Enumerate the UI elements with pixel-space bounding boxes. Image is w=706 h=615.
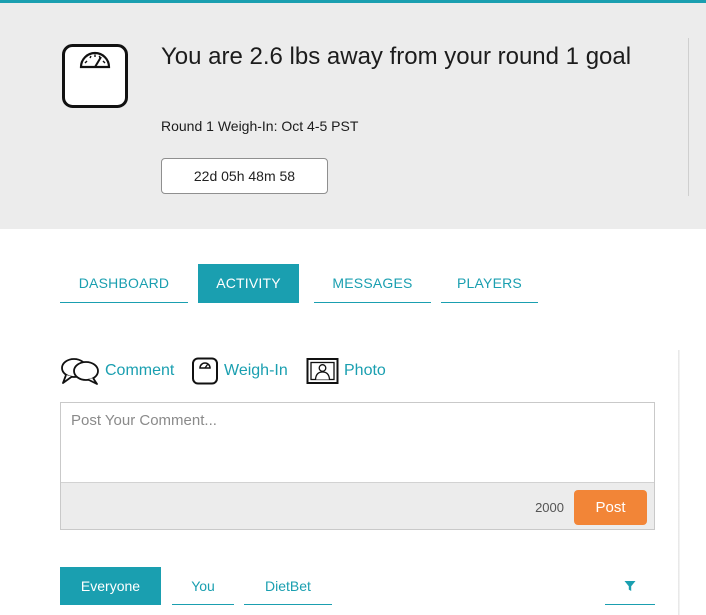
card-edge-shadow bbox=[678, 350, 680, 615]
comment-input[interactable] bbox=[61, 403, 654, 482]
post-type-comment-label: Comment bbox=[105, 362, 175, 379]
funnel-icon bbox=[624, 580, 636, 591]
tab-activity[interactable]: ACTIVITY bbox=[198, 264, 299, 303]
bathroom-scale-icon bbox=[62, 44, 128, 108]
post-type-weighin[interactable]: Weigh-In bbox=[191, 356, 288, 386]
post-type-comment[interactable]: Comment bbox=[60, 356, 174, 386]
post-type-photo-label: Photo bbox=[344, 362, 386, 379]
feed-filter-button[interactable] bbox=[605, 567, 655, 605]
comment-composer: 2000 Post bbox=[60, 402, 655, 530]
post-button[interactable]: Post bbox=[574, 490, 647, 525]
photo-icon bbox=[306, 358, 339, 384]
tab-players[interactable]: PLAYERS bbox=[441, 264, 538, 303]
tab-messages[interactable]: MESSAGES bbox=[314, 264, 431, 303]
filter-dietbet[interactable]: DietBet bbox=[244, 567, 332, 605]
tab-dashboard[interactable]: DASHBOARD bbox=[60, 264, 188, 303]
goal-title: You are 2.6 lbs away from your round 1 g… bbox=[161, 43, 632, 70]
speech-bubbles-icon bbox=[61, 358, 99, 385]
filter-you[interactable]: You bbox=[172, 567, 234, 605]
scale-icon bbox=[192, 357, 218, 385]
feed-filter-tabs: Everyone You DietBet bbox=[60, 567, 660, 605]
post-type-weighin-label: Weigh-In bbox=[224, 362, 288, 379]
goal-banner bbox=[0, 3, 706, 229]
composer-footer: 2000 Post bbox=[61, 482, 654, 529]
filter-everyone[interactable]: Everyone bbox=[60, 567, 161, 605]
post-type-photo[interactable]: Photo bbox=[306, 356, 386, 386]
countdown-timer[interactable]: 22d 05h 48m 58 bbox=[161, 158, 328, 194]
character-limit: 2000 bbox=[535, 500, 564, 515]
weighin-date: Round 1 Weigh-In: Oct 4-5 PST bbox=[161, 118, 359, 134]
banner-divider bbox=[688, 38, 689, 196]
